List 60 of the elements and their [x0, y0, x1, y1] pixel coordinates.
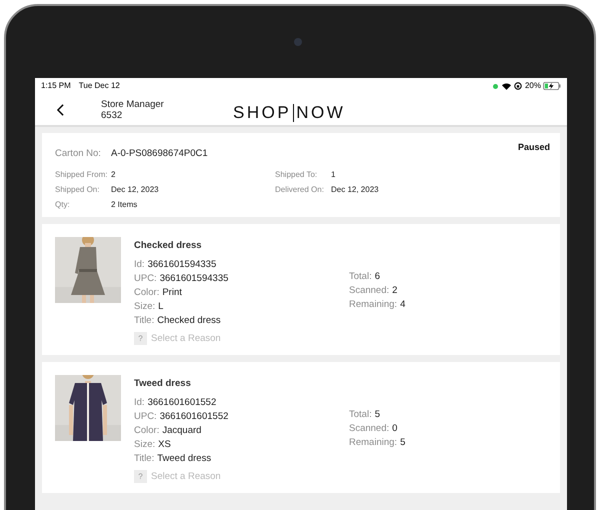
battery-percent: 20% [524, 80, 541, 92]
field-value: 5 [400, 436, 406, 450]
field-label: Delivered On: [275, 184, 325, 196]
field-label: Remaining: [349, 436, 398, 450]
status-date: Tue Dec 12 [78, 80, 120, 92]
field-value: 2 [392, 284, 398, 298]
field-label: Total: [349, 270, 372, 284]
field-value: L [158, 300, 164, 314]
field-label: UPC: [134, 272, 157, 286]
field-value: XS [158, 438, 171, 452]
field-label: Scanned: [349, 422, 390, 436]
field-label: Shipped From: [55, 169, 108, 182]
field-value: 0 [392, 422, 398, 436]
field-value: 3661601594335 [148, 258, 216, 272]
field-label: Color: [134, 286, 160, 300]
status-time: 1:15 PM [41, 80, 71, 92]
field-label: UPC: [134, 410, 157, 424]
product-name: Checked dress [134, 239, 203, 253]
help-icon: ? [134, 332, 147, 345]
carton-number-label: Carton No: [55, 147, 102, 161]
field-value: Checked dress [157, 314, 221, 328]
header-title: Store Manager [101, 98, 164, 110]
back-icon [56, 104, 64, 116]
field-label: Size: [134, 300, 156, 314]
field-value: 5 [374, 408, 380, 422]
carton-number: A-0-PS08698674P0C1 [111, 147, 208, 161]
field-value: 2 Items [111, 199, 138, 212]
logo: SHOP NOW [233, 102, 346, 124]
field-value: Dec 12, 2023 [111, 184, 159, 196]
field-value: Tweed dress [157, 452, 212, 466]
rotation-lock-icon [514, 82, 522, 90]
field-value: 4 [400, 298, 406, 312]
field-value: 3661601601552 [148, 396, 216, 410]
field-value: 3661601601552 [160, 410, 228, 424]
field-value: Dec 12, 2023 [331, 184, 379, 196]
field-value: 1 [331, 169, 336, 182]
field-value: Jacquard [162, 424, 202, 438]
status-label: Paused [518, 141, 550, 154]
field-label: Title: [134, 314, 154, 328]
field-label: Shipped On: [55, 184, 100, 196]
field-label: Size: [134, 438, 156, 452]
field-value: 2 [111, 169, 116, 182]
field-label: Id: [134, 396, 145, 410]
product-name: Tweed dress [134, 377, 192, 391]
field-label: Total: [349, 408, 372, 422]
field-label: Id: [134, 258, 145, 272]
field-label: Scanned: [349, 284, 390, 298]
field-label: Color: [134, 424, 160, 438]
store-number: 6532 [101, 110, 124, 120]
battery-charging-icon [543, 82, 561, 90]
field-label: Shipped To: [275, 169, 318, 182]
field-value: 6 [374, 270, 380, 284]
field-label: Qty: [55, 199, 71, 212]
help-icon: ? [134, 470, 147, 483]
field-label: Title: [134, 452, 154, 466]
field-value: Print [162, 286, 182, 300]
wifi-icon [502, 82, 511, 90]
field-value: 3661601594335 [160, 272, 228, 286]
camera-icon [294, 38, 302, 46]
field-label: Remaining: [349, 298, 398, 312]
